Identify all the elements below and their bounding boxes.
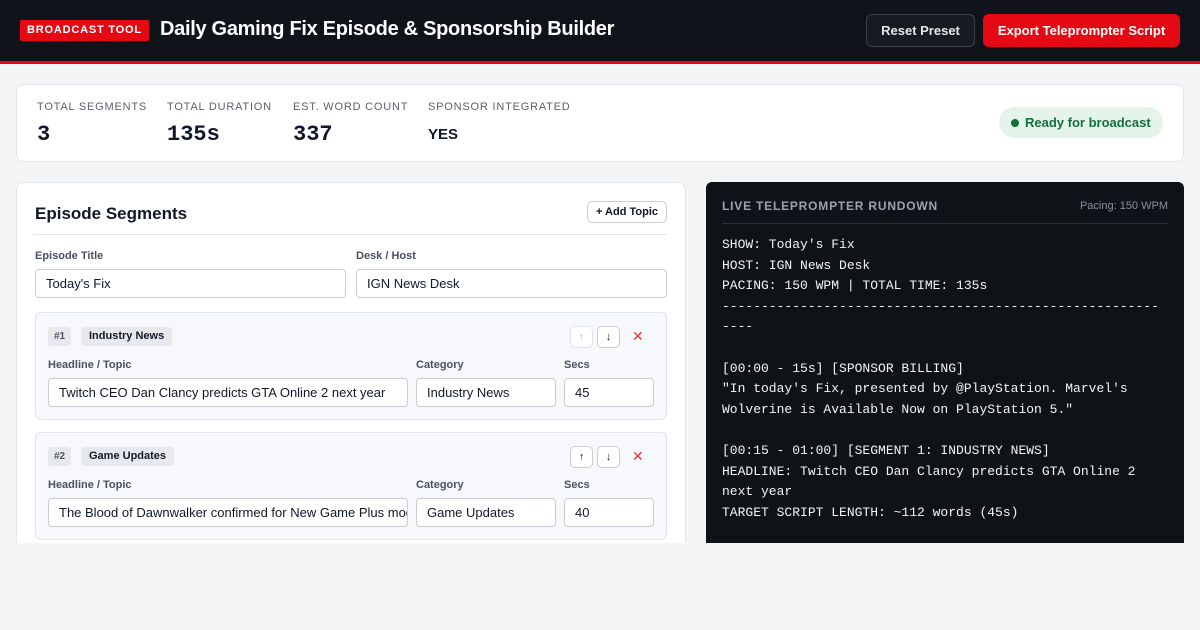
stat-value: 3: [37, 122, 51, 147]
headline-label: Headline / Topic: [48, 479, 132, 491]
host-label: Desk / Host: [356, 250, 416, 262]
teleprompter-title: LIVE TELEPROMPTER RUNDOWN: [722, 199, 939, 213]
script-line: TARGET SCRIPT LENGTH: ~112 words (45s): [722, 504, 1019, 520]
add-topic-button[interactable]: + Add Topic: [587, 201, 667, 223]
status-dot-icon: [1011, 119, 1019, 127]
secs-label: Secs: [564, 359, 590, 371]
segment-card: #1 Industry News ↑ ↓ ✕ Headline / Topic …: [35, 312, 667, 420]
stat-value: 135s: [167, 122, 220, 147]
broadcast-tool-badge: BROADCAST TOOL: [20, 20, 149, 41]
episode-title-input[interactable]: Today's Fix: [35, 269, 346, 298]
headline-input[interactable]: Twitch CEO Dan Clancy predicts GTA Onlin…: [48, 378, 408, 407]
script-line: SHOW: Today's Fix: [722, 237, 855, 252]
secs-input[interactable]: 45: [564, 378, 654, 407]
export-teleprompter-button[interactable]: Export Teleprompter Script: [983, 14, 1180, 47]
stat-label: SPONSOR INTEGRATED: [428, 101, 571, 113]
stat-total-segments: TOTAL SEGMENTS 3: [37, 101, 147, 147]
episode-segments-panel: Episode Segments + Add Topic Episode Tit…: [16, 182, 686, 543]
script-line: HEADLINE: Twitch CEO Dan Clancy predicts…: [722, 463, 1136, 479]
stat-value: YES: [428, 126, 459, 143]
script-line: [00:00 - 15s] [SPONSOR BILLING]: [722, 360, 964, 376]
app-header: BROADCAST TOOL Daily Gaming Fix Episode …: [0, 0, 1200, 64]
ready-status-badge: Ready for broadcast: [999, 107, 1163, 138]
segment-number-badge: #1: [48, 327, 72, 346]
move-down-icon[interactable]: ↓: [597, 446, 620, 468]
segment-category-badge: Game Updates: [81, 447, 175, 466]
script-line: HOST: IGN News Desk: [722, 257, 871, 273]
episode-stats-card: TOTAL SEGMENTS 3 TOTAL DURATION 135s EST…: [16, 84, 1184, 162]
script-line: PACING: 150 WPM | TOTAL TIME: 135s: [722, 278, 988, 294]
app-title: Daily Gaming Fix Episode & Sponsorship B…: [160, 18, 615, 40]
stat-label: TOTAL DURATION: [167, 101, 272, 113]
move-up-icon[interactable]: ↑: [570, 326, 593, 348]
category-input[interactable]: Game Updates: [416, 498, 556, 527]
script-line: [722, 420, 1168, 441]
stat-sponsor-integrated: SPONSOR INTEGRATED YES: [428, 101, 571, 143]
move-down-icon[interactable]: ↓: [597, 326, 620, 348]
host-input[interactable]: IGN News Desk: [356, 269, 667, 298]
ready-status-label: Ready for broadcast: [1025, 115, 1151, 130]
stat-label: TOTAL SEGMENTS: [37, 101, 148, 113]
delete-segment-icon[interactable]: ✕: [632, 328, 644, 345]
reset-preset-button[interactable]: Reset Preset: [866, 14, 975, 47]
divider: [722, 223, 1168, 224]
script-line: ----------------------------------------…: [722, 298, 1159, 314]
move-up-icon[interactable]: ↑: [570, 446, 593, 468]
script-line: ----: [722, 319, 754, 335]
teleprompter-script: SHOW: Today's Fix HOST: IGN News Desk PA…: [722, 235, 1168, 523]
segment-number-badge: #2: [48, 447, 72, 466]
segment-card: #2 Game Updates ↑ ↓ ✕ Headline / Topic C…: [35, 432, 667, 540]
category-label: Category: [416, 479, 464, 491]
script-line: [722, 338, 1168, 359]
teleprompter-panel: LIVE TELEPROMPTER RUNDOWN Pacing: 150 WP…: [706, 182, 1184, 543]
script-line: "In today's Fix, presented by @PlayStati…: [722, 381, 1128, 397]
episode-title-label: Episode Title: [35, 250, 104, 262]
headline-input[interactable]: The Blood of Dawnwalker confirmed for Ne…: [48, 498, 408, 527]
category-input[interactable]: Industry News: [416, 378, 556, 407]
teleprompter-pacing: Pacing: 150 WPM: [1079, 200, 1168, 212]
category-label: Category: [416, 359, 464, 371]
stat-value: 337: [293, 122, 333, 147]
divider: [33, 234, 667, 235]
stat-total-duration: TOTAL DURATION 135s: [167, 101, 272, 147]
secs-label: Secs: [564, 479, 590, 491]
script-line: Wolverine is Available Now on PlayStatio…: [722, 401, 1074, 417]
script-line: next year: [722, 484, 793, 500]
delete-segment-icon[interactable]: ✕: [632, 448, 644, 465]
stat-word-count: EST. WORD COUNT 337: [293, 101, 408, 147]
stat-label: EST. WORD COUNT: [293, 101, 409, 113]
secs-input[interactable]: 40: [564, 498, 654, 527]
headline-label: Headline / Topic: [48, 359, 132, 371]
script-line: [00:15 - 01:00] [SEGMENT 1: INDUSTRY NEW…: [722, 442, 1050, 458]
panel-title: Episode Segments: [35, 204, 188, 223]
segment-category-badge: Industry News: [81, 327, 173, 346]
